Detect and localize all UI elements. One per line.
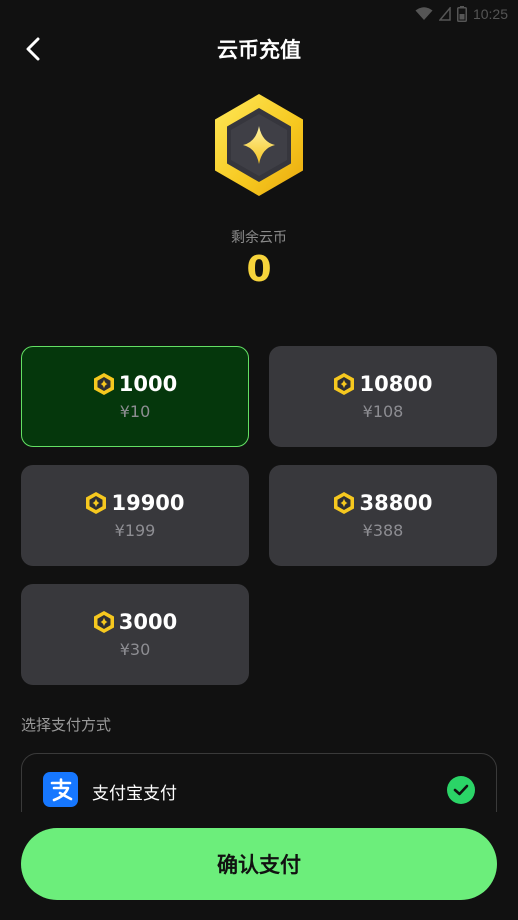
package-price: ¥388: [362, 521, 404, 540]
back-button[interactable]: [20, 36, 46, 62]
payment-section-label: 选择支付方式: [21, 716, 112, 734]
check-icon: [447, 776, 475, 804]
package-amount: 38800: [359, 491, 433, 515]
package-price: ¥199: [114, 521, 156, 540]
coin-icon: [93, 611, 114, 633]
coin-icon: [93, 373, 114, 395]
package-card-38800[interactable]: 38800 ¥388: [269, 465, 497, 566]
alipay-icon: [43, 772, 78, 807]
back-arrow-icon: [26, 37, 40, 61]
package-card-3000[interactable]: 3000 ¥30: [21, 584, 249, 685]
package-coins: 3000: [93, 610, 177, 634]
package-coins: 38800: [333, 491, 433, 515]
package-coins: 19900: [85, 491, 185, 515]
payment-method-label: 支付宝支付: [92, 784, 177, 804]
package-price: ¥108: [362, 402, 404, 421]
package-amount: 3000: [118, 610, 178, 634]
package-coins: 1000: [93, 372, 177, 396]
confirm-payment-button[interactable]: 确认支付: [21, 828, 497, 900]
header: 云币充值: [0, 28, 518, 70]
balance-label: 剩余云币: [231, 230, 287, 246]
package-card-10800[interactable]: 10800 ¥108: [269, 346, 497, 447]
page-title: 云币充值: [217, 38, 301, 62]
coin-icon: [86, 492, 107, 514]
balance-value: 0: [246, 249, 272, 290]
status-bar: 10:25: [0, 0, 518, 28]
coin-icon: [334, 492, 355, 514]
package-price: ¥30: [119, 640, 151, 659]
package-card-1000[interactable]: 1000 ¥10: [21, 346, 249, 447]
package-card-19900[interactable]: 19900 ¥199: [21, 465, 249, 566]
package-amount: 19900: [111, 491, 185, 515]
package-coins: 10800: [333, 372, 433, 396]
battery-icon: [456, 6, 467, 22]
coin-icon: [334, 373, 355, 395]
signal-icon: [438, 7, 451, 21]
package-amount: 10800: [359, 372, 433, 396]
package-amount: 1000: [118, 372, 178, 396]
coin-hero-icon: [215, 94, 303, 196]
package-price: ¥10: [119, 402, 151, 421]
status-time: 10:25: [472, 6, 508, 22]
wifi-icon: [415, 7, 433, 20]
